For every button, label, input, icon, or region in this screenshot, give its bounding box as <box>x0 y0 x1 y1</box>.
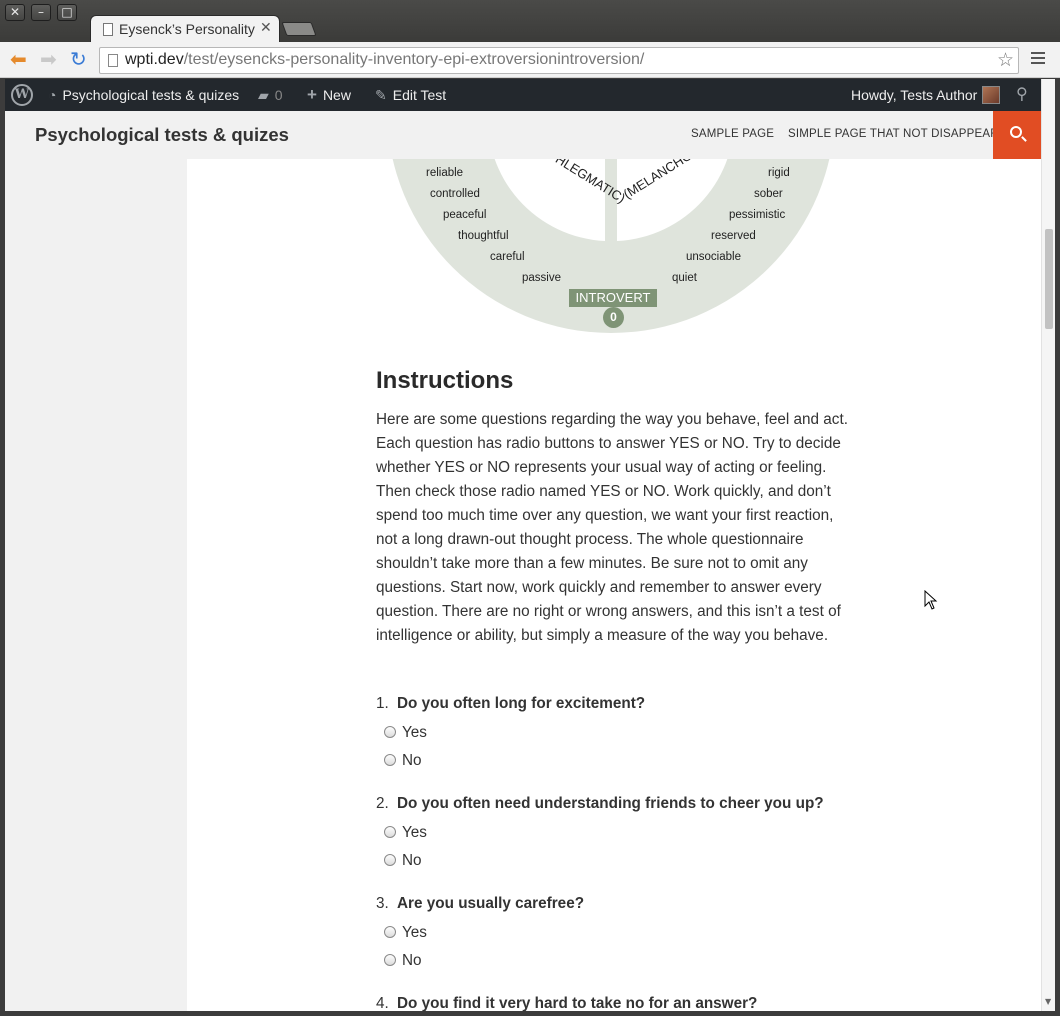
trait-label: rigid <box>768 167 790 179</box>
question-title: 1. Do you often long for excitement? <box>376 695 646 712</box>
admin-comments-link[interactable]: ▰ 0 <box>258 79 283 111</box>
radio-button[interactable] <box>384 854 396 866</box>
main-content: (PHLEGMATIC) (MELANCHOLIC) reliable cont… <box>187 159 1041 1011</box>
page-icon <box>103 23 113 36</box>
admin-site-link[interactable]: ◔ Psychological tests & quizes <box>48 79 239 111</box>
trait-label: passive <box>522 272 561 284</box>
close-window-icon[interactable]: ✕ <box>5 4 25 21</box>
radio-button[interactable] <box>384 954 396 966</box>
radio-button[interactable] <box>384 826 396 838</box>
trait-label: sober <box>754 188 783 200</box>
radio-button[interactable] <box>384 926 396 938</box>
question-title: 4. Do you find it very hard to take no fo… <box>376 995 758 1011</box>
admin-account-link[interactable]: Howdy, Tests Author <box>851 79 977 111</box>
trait-label: pessimistic <box>729 209 786 221</box>
avatar[interactable] <box>982 86 1000 104</box>
wordpress-logo-icon[interactable]: W <box>11 84 33 106</box>
dashboard-icon: ◔ <box>48 87 57 103</box>
trait-label: peaceful <box>443 209 487 221</box>
trait-label: unsociable <box>686 251 741 263</box>
site-search-button[interactable] <box>993 111 1041 159</box>
trait-label: thoughtful <box>458 230 509 242</box>
site-title[interactable]: Psychological tests & quizes <box>35 124 289 146</box>
browser-toolbar: ⬅ ➡ ↻ wpti.dev/test/eysencks-personality… <box>0 42 1060 78</box>
radio-button[interactable] <box>384 726 396 738</box>
forward-arrow-icon[interactable]: ➡ <box>40 48 57 70</box>
answer-option[interactable]: Yes <box>384 924 427 944</box>
question-title: 3. Are you usually carefree? <box>376 895 585 912</box>
instructions-text: Here are some questions regarding the wa… <box>376 411 848 644</box>
browser-tab[interactable]: Eysenck’s Personality ✕ <box>90 15 280 43</box>
maximize-window-icon[interactable]: □ <box>57 4 77 21</box>
scroll-down-arrow-icon[interactable]: ▼ <box>1045 997 1051 1006</box>
answer-option[interactable]: No <box>384 752 422 772</box>
introvert-label: INTROVERT <box>569 289 657 307</box>
admin-edit-link[interactable]: ✎ Edit Test <box>375 79 446 111</box>
page-viewport: W ◔ Psychological tests & quizes ▰ 0 + New … <box>5 79 1041 1011</box>
new-tab-button[interactable] <box>281 22 317 36</box>
personality-diagram: (PHLEGMATIC) (MELANCHOLIC) reliable cont… <box>187 159 1041 339</box>
instructions-heading: Instructions <box>376 367 514 394</box>
address-bar[interactable]: wpti.dev/test/eysencks-personality-inven… <box>99 47 1019 74</box>
minimize-window-icon[interactable]: – <box>31 4 51 21</box>
question-title: 2. Do you often need understanding friend… <box>376 795 824 812</box>
score-badge: 0 <box>603 307 624 328</box>
scrollbar-thumb[interactable] <box>1045 229 1053 329</box>
answer-option[interactable]: Yes <box>384 824 427 844</box>
window-titlebar: ✕ – □ Eysenck’s Personality ✕ <box>0 0 1060 43</box>
back-arrow-icon[interactable]: ⬅ <box>10 48 27 70</box>
mouse-cursor-icon <box>924 589 938 614</box>
browser-menu-icon[interactable] <box>1031 52 1045 67</box>
page-icon <box>108 54 118 67</box>
vertical-scrollbar[interactable]: ▼ <box>1041 79 1055 1011</box>
close-tab-icon[interactable]: ✕ <box>260 20 272 36</box>
tab-title: Eysenck’s Personality <box>119 21 255 37</box>
trait-label: careful <box>490 251 525 263</box>
site-header: Psychological tests & quizes SAMPLE PAGE… <box>5 111 1041 159</box>
comment-icon: ▰ <box>258 87 269 103</box>
answer-option[interactable]: No <box>384 852 422 872</box>
trait-label: reliable <box>426 167 464 179</box>
answer-option[interactable]: Yes <box>384 724 427 744</box>
trait-label: controlled <box>430 188 480 200</box>
trait-label: quiet <box>672 272 697 284</box>
pencil-icon: ✎ <box>375 87 387 103</box>
trait-label: reserved <box>711 230 756 242</box>
admin-new-link[interactable]: + New <box>307 79 351 111</box>
search-icon <box>1010 126 1022 138</box>
menu-simple-page[interactable]: SIMPLE PAGE THAT NOT DISAPPEAR! <box>788 128 1002 140</box>
plus-icon: + <box>307 85 317 104</box>
menu-sample-page[interactable]: SAMPLE PAGE <box>691 128 774 140</box>
reload-icon[interactable]: ↻ <box>70 48 87 70</box>
answer-option[interactable]: No <box>384 952 422 972</box>
url-text[interactable]: wpti.dev/test/eysencks-personality-inven… <box>125 51 644 69</box>
radio-button[interactable] <box>384 754 396 766</box>
wp-admin-bar: W ◔ Psychological tests & quizes ▰ 0 + New … <box>5 79 1041 111</box>
admin-search-icon[interactable]: ⚲ <box>1016 79 1028 111</box>
bookmark-star-icon[interactable]: ☆ <box>997 49 1014 71</box>
